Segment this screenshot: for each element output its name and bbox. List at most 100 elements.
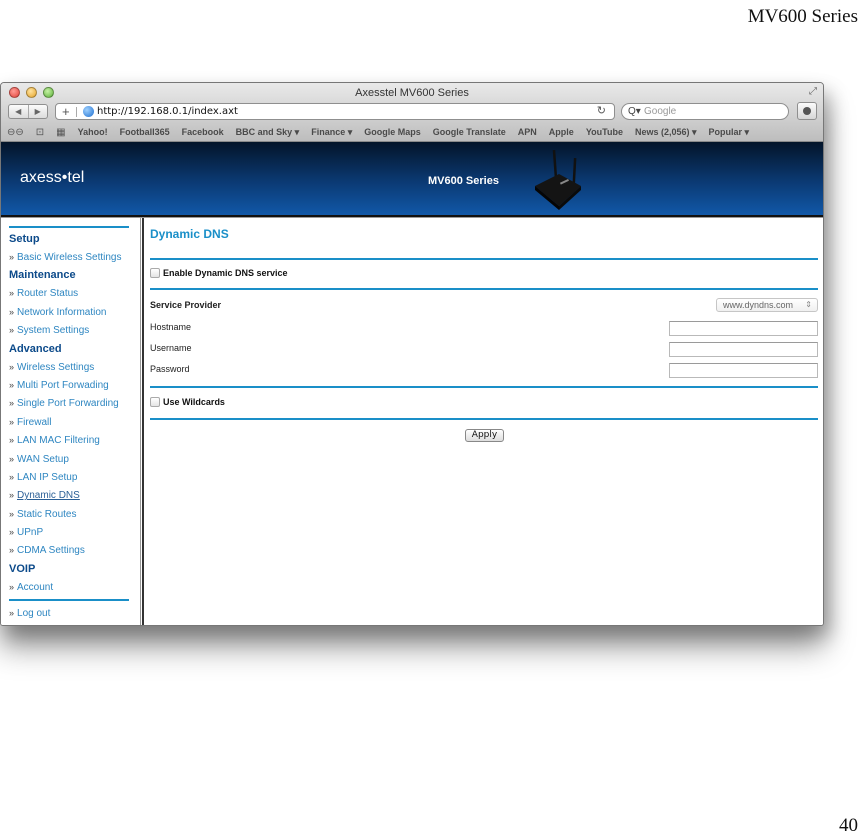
sidebar-item-static-routes[interactable]: » Static Routes — [1, 505, 140, 523]
bullet-icon: » — [9, 545, 15, 556]
service-provider-label: Service Provider — [150, 300, 222, 310]
forward-button[interactable]: ▶ — [29, 105, 48, 118]
bookmark-item[interactable]: Apple — [549, 127, 574, 137]
sidebar-nav: Setup » Basic Wireless Settings Maintenan… — [1, 218, 141, 625]
brand-logo: axess•tel — [20, 169, 85, 186]
use-wildcards-row: Use Wildcards — [150, 397, 225, 407]
top-sites-grid-icon[interactable]: ▦ — [56, 127, 65, 138]
new-tab-icon[interactable]: + — [62, 104, 70, 119]
sidebar-item-account[interactable]: » Account — [1, 578, 140, 596]
bookmark-item[interactable]: Football365 — [120, 127, 170, 137]
hostname-label: Hostname — [150, 322, 192, 332]
sidebar-item-basic-wireless-settings[interactable]: » Basic Wireless Settings — [1, 248, 140, 266]
page-number: 40 — [839, 815, 858, 836]
back-forward-buttons: ◀ ▶ — [8, 104, 48, 119]
browser-window: Axesstel MV600 Series ⤢ ◀ ▶ + http://192… — [0, 82, 824, 626]
username-label: Username — [150, 343, 192, 353]
bullet-icon: » — [9, 252, 15, 262]
bullet-icon: » — [9, 490, 15, 501]
sidebar-item-cdma-settings[interactable]: » CDMA Settings — [1, 541, 140, 559]
search-input[interactable]: Q▾ Google — [621, 103, 789, 120]
bullet-icon: » — [9, 306, 15, 317]
service-provider-select[interactable]: www.dyndns.com ⇕ — [716, 298, 818, 312]
bullet-icon: » — [9, 288, 15, 299]
browser-chrome: Axesstel MV600 Series ⤢ ◀ ▶ + http://192… — [1, 83, 823, 142]
bookmark-item[interactable]: YouTube — [586, 127, 623, 137]
sidebar-item-single-port-forwarding[interactable]: » Single Port Forwarding — [1, 394, 140, 412]
fullscreen-icon[interactable]: ⤢ — [809, 86, 817, 97]
address-bar[interactable]: + http://192.168.0.1/index.axt ↻ — [55, 103, 615, 120]
sidebar-heading-voip: VOIP — [9, 562, 36, 575]
downloads-icon — [803, 107, 811, 115]
username-input[interactable] — [669, 342, 818, 357]
enable-ddns-checkbox[interactable] — [150, 268, 160, 278]
bullet-icon: » — [9, 416, 15, 427]
sidebar-item-log-out[interactable]: » Log out — [1, 604, 140, 622]
service-provider-value: www.dyndns.com — [723, 300, 794, 310]
bullet-icon: » — [9, 325, 15, 336]
sidebar-item-lan-mac-filtering[interactable]: » LAN MAC Filtering — [1, 431, 140, 449]
bullet-icon: » — [9, 527, 15, 538]
enable-ddns-label: Enable Dynamic DNS service — [163, 268, 288, 278]
hostname-input[interactable] — [669, 321, 818, 336]
sidebar-divider — [9, 599, 129, 602]
sidebar-item-lan-ip-setup[interactable]: » LAN IP Setup — [1, 468, 140, 486]
sidebar-border — [142, 218, 144, 625]
sidebar-heading-advanced: Advanced — [9, 342, 62, 355]
section-divider — [150, 258, 818, 260]
bookmark-item[interactable]: Finance ▾ — [311, 127, 352, 138]
bookmark-item[interactable]: Facebook — [182, 127, 224, 137]
use-wildcards-label: Use Wildcards — [163, 397, 225, 407]
bullet-icon: » — [9, 581, 15, 592]
use-wildcards-checkbox[interactable] — [150, 397, 160, 407]
bookmark-item[interactable]: Popular ▾ — [709, 127, 750, 138]
bookmark-item[interactable]: Google Translate — [433, 127, 506, 137]
password-label: Password — [150, 364, 190, 374]
page-body: Setup » Basic Wireless Settings Maintenan… — [1, 217, 823, 625]
bookmark-item[interactable]: BBC and Sky ▾ — [236, 127, 300, 138]
sidebar-item-wireless-settings[interactable]: » Wireless Settings — [1, 358, 140, 376]
sidebar-item-wan-setup[interactable]: » WAN Setup — [1, 450, 140, 468]
downloads-button[interactable] — [797, 102, 817, 120]
sidebar-item-router-status[interactable]: » Router Status — [1, 284, 140, 302]
reading-list-icon[interactable]: ⊖⊖ — [7, 127, 24, 138]
sidebar-item-network-information[interactable]: » Network Information — [1, 303, 140, 321]
password-input[interactable] — [669, 363, 818, 378]
sidebar-item-upnp[interactable]: » UPnP — [1, 523, 140, 541]
search-icon: Q▾ — [628, 106, 641, 117]
apply-button[interactable]: Apply — [465, 429, 504, 442]
back-button[interactable]: ◀ — [9, 105, 29, 118]
bullet-icon: » — [9, 398, 15, 409]
bullet-icon: » — [9, 508, 15, 519]
enable-ddns-row: Enable Dynamic DNS service — [150, 268, 288, 278]
reload-icon[interactable]: ↻ — [597, 104, 606, 119]
sidebar-item-system-settings[interactable]: » System Settings — [1, 321, 140, 339]
main-panel: Dynamic DNS Enable Dynamic DNS service S… — [150, 218, 818, 625]
section-divider — [150, 288, 818, 290]
sidebar-item-multi-port-forwarding[interactable]: » Multi Port Forwading — [1, 376, 140, 394]
bullet-icon: » — [9, 361, 15, 372]
address-divider — [76, 107, 77, 117]
sidebar-heading-maintenance: Maintenance — [9, 269, 76, 282]
bookmark-item[interactable]: Google Maps — [364, 127, 421, 137]
bookmarks-bar: ⊖⊖ ⊡ ▦ Yahoo! Football365 Facebook BBC a… — [7, 125, 761, 139]
bookmark-item[interactable]: News (2,056) ▾ — [635, 127, 697, 138]
select-arrows-icon: ⇕ — [805, 300, 812, 309]
document-header: MV600 Series — [747, 6, 858, 27]
sidebar-item-dynamic-dns[interactable]: » Dynamic DNS — [1, 486, 140, 504]
bullet-icon: » — [9, 379, 15, 390]
sidebar-heading-setup: Setup — [9, 233, 40, 245]
bullet-icon: » — [9, 471, 15, 482]
bullet-icon: » — [9, 453, 15, 464]
url-text[interactable]: http://192.168.0.1/index.axt — [97, 105, 238, 119]
bookmarks-book-icon[interactable]: ⊡ — [36, 127, 44, 138]
search-placeholder: Google — [644, 106, 677, 117]
bullet-icon: » — [9, 608, 15, 619]
router-image-icon — [535, 149, 581, 210]
bookmark-item[interactable]: APN — [518, 127, 537, 137]
bookmark-item[interactable]: Yahoo! — [78, 127, 108, 137]
section-divider — [150, 386, 818, 388]
window-title: Axesstel MV600 Series — [355, 87, 469, 99]
sidebar-item-firewall[interactable]: » Firewall — [1, 413, 140, 431]
section-divider — [150, 418, 818, 420]
